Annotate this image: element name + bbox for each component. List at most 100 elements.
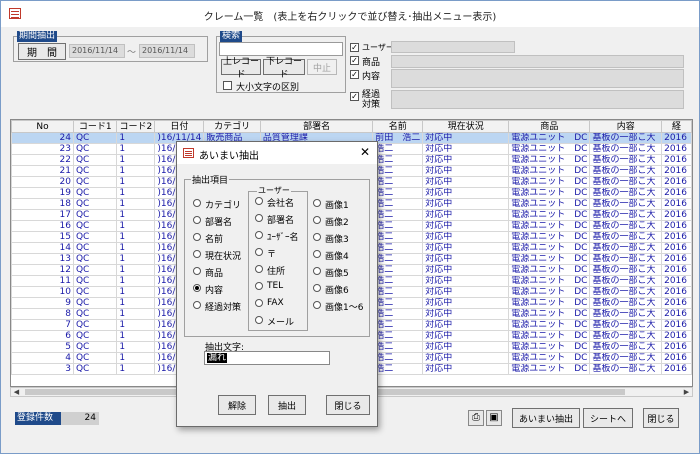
column-header[interactable]: 名前 xyxy=(372,120,424,133)
table-cell[interactable]: 対応中 xyxy=(422,220,510,232)
column-header[interactable]: 現在状況 xyxy=(422,120,510,133)
radio-col1-5[interactable] xyxy=(193,284,201,292)
radio-col1-2[interactable] xyxy=(193,233,201,241)
column-header[interactable]: コード1 xyxy=(72,120,118,133)
table-cell[interactable]: 対応中 xyxy=(422,363,510,375)
clear-button[interactable]: 解除 xyxy=(218,395,256,415)
table-cell[interactable]: QC xyxy=(72,297,118,309)
table-cell[interactable]: QC xyxy=(72,319,118,331)
table-cell[interactable]: 1 xyxy=(116,143,156,155)
table-cell[interactable]: 基板の一部こ大 xyxy=(589,297,663,309)
dialog-close-icon[interactable]: ✕ xyxy=(360,145,370,159)
table-cell[interactable]: 電源ユニット DC xyxy=(508,242,591,254)
table-cell[interactable]: 基板の一部こ大 xyxy=(589,286,663,298)
table-cell[interactable]: 浩二 xyxy=(372,143,424,155)
table-cell[interactable]: 18 xyxy=(11,198,74,210)
table-cell[interactable]: 前田 浩二 xyxy=(372,132,424,144)
table-cell[interactable]: 3 xyxy=(11,363,74,375)
table-cell[interactable]: 対応中 xyxy=(422,341,510,353)
table-cell[interactable]: 電源ユニット DC xyxy=(508,264,591,276)
radio-col3-0[interactable] xyxy=(313,199,321,207)
table-cell[interactable]: 対応中 xyxy=(422,352,510,364)
table-cell[interactable]: 1 xyxy=(116,154,156,166)
radio-col3-6[interactable] xyxy=(313,301,321,309)
table-cell[interactable]: 1 xyxy=(116,220,156,232)
table-cell[interactable]: 15 xyxy=(11,231,74,243)
table-cell[interactable]: 基板の一部こ大 xyxy=(589,143,663,155)
table-cell[interactable]: QC xyxy=(72,198,118,210)
column-header[interactable]: カテゴリ xyxy=(203,120,261,133)
table-cell[interactable]: 1 xyxy=(116,297,156,309)
table-cell[interactable]: 1 xyxy=(116,253,156,265)
table-cell[interactable]: 対応中 xyxy=(422,297,510,309)
table-cell[interactable]: 対応中 xyxy=(422,330,510,342)
table-cell[interactable]: 電源ユニット DC xyxy=(508,297,591,309)
radio-col2-3[interactable] xyxy=(255,248,263,256)
table-cell[interactable]: 電源ユニット DC xyxy=(508,330,591,342)
stop-button[interactable]: 中止 xyxy=(307,59,337,75)
table-cell[interactable]: 基板の一部こ大 xyxy=(589,187,663,199)
table-cell[interactable]: QC xyxy=(72,132,118,144)
radio-col3-4[interactable] xyxy=(313,267,321,275)
table-cell[interactable]: 1 xyxy=(116,187,156,199)
radio-col2-6[interactable] xyxy=(255,299,263,307)
table-cell[interactable]: 1 xyxy=(116,308,156,320)
table-cell[interactable]: 2016 xyxy=(661,231,692,243)
filter-measures-field[interactable] xyxy=(391,90,684,109)
table-cell[interactable]: 電源ユニット DC xyxy=(508,198,591,210)
radio-col2-7[interactable] xyxy=(255,316,263,324)
radio-col1-6[interactable] xyxy=(193,301,201,309)
table-cell[interactable]: 2016 xyxy=(661,209,692,221)
table-cell[interactable]: 浩二 xyxy=(372,253,424,265)
print-icon[interactable]: ⎙ xyxy=(468,410,484,426)
table-cell[interactable]: 電源ユニット DC xyxy=(508,154,591,166)
table-cell[interactable]: 浩二 xyxy=(372,220,424,232)
table-cell[interactable]: 4 xyxy=(11,352,74,364)
table-cell[interactable]: 21 xyxy=(11,165,74,177)
table-cell[interactable]: 基板の一部こ大 xyxy=(589,220,663,232)
table-cell[interactable]: 浩二 xyxy=(372,363,424,375)
table-cell[interactable]: 19 xyxy=(11,187,74,199)
to-sheet-button[interactable]: シートへ xyxy=(583,408,633,428)
column-header[interactable]: 経 xyxy=(661,120,692,133)
table-cell[interactable]: QC xyxy=(72,253,118,265)
table-cell[interactable]: 基板の一部こ大 xyxy=(589,198,663,210)
table-cell[interactable]: QC xyxy=(72,231,118,243)
radio-col3-2[interactable] xyxy=(313,233,321,241)
table-cell[interactable]: 5 xyxy=(11,341,74,353)
filter-user-checkbox[interactable]: ✓ xyxy=(350,43,359,52)
table-cell[interactable]: 2016 xyxy=(661,187,692,199)
table-cell[interactable]: 浩二 xyxy=(372,275,424,287)
table-cell[interactable]: 1 xyxy=(116,198,156,210)
table-cell[interactable]: 基板の一部こ大 xyxy=(589,308,663,320)
table-cell[interactable]: 浩二 xyxy=(372,341,424,353)
filter-content-checkbox[interactable]: ✓ xyxy=(350,70,359,79)
table-cell[interactable]: 1 xyxy=(116,165,156,177)
radio-col1-1[interactable] xyxy=(193,216,201,224)
table-cell[interactable]: 電源ユニット DC xyxy=(508,253,591,265)
close-button[interactable]: 閉じる xyxy=(643,408,679,428)
radio-col2-2[interactable] xyxy=(255,231,263,239)
table-cell[interactable]: 基板の一部こ大 xyxy=(589,154,663,166)
table-cell[interactable]: 1 xyxy=(116,264,156,276)
table-cell[interactable]: 1 xyxy=(116,319,156,331)
table-cell[interactable]: 12 xyxy=(11,264,74,276)
table-cell[interactable]: 対応中 xyxy=(422,187,510,199)
table-cell[interactable]: 2016 xyxy=(661,275,692,287)
table-cell[interactable]: 浩二 xyxy=(372,187,424,199)
table-cell[interactable]: 1 xyxy=(116,275,156,287)
table-cell[interactable]: 2016 xyxy=(661,165,692,177)
period-to-field[interactable]: 2016/11/14 xyxy=(139,44,195,58)
table-cell[interactable]: 1 xyxy=(116,176,156,188)
table-cell[interactable]: 基板の一部こ大 xyxy=(589,264,663,276)
filter-product-field[interactable] xyxy=(391,55,684,68)
table-cell[interactable]: 基板の一部こ大 xyxy=(589,231,663,243)
table-cell[interactable]: 13 xyxy=(11,253,74,265)
table-cell[interactable]: QC xyxy=(72,154,118,166)
table-cell[interactable]: 浩二 xyxy=(372,352,424,364)
table-cell[interactable]: 基板の一部こ大 xyxy=(589,330,663,342)
dialog-close-button[interactable]: 閉じる xyxy=(326,395,370,415)
table-cell[interactable]: 1 xyxy=(116,242,156,254)
table-cell[interactable]: 対応中 xyxy=(422,242,510,254)
table-cell[interactable]: 14 xyxy=(11,242,74,254)
